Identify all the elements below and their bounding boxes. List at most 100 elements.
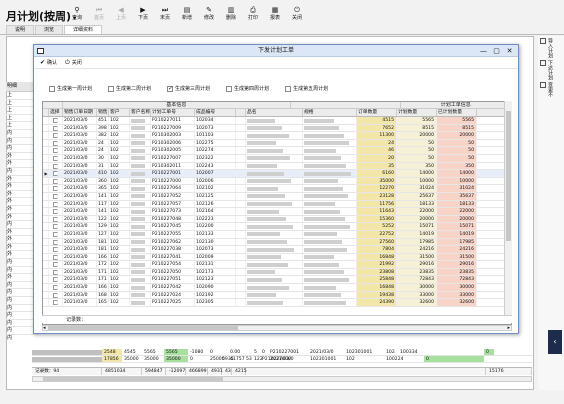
week-option-2[interactable]: 生成第二周计划 — [108, 85, 151, 92]
select-checkbox[interactable] — [53, 277, 58, 283]
select-cell[interactable] — [49, 185, 63, 192]
col-customer[interactable]: 客户 — [109, 109, 130, 116]
toolbar-button-first[interactable]: ⏮ 首页 — [88, 6, 110, 22]
col-order-date[interactable]: 销售订单日期 — [63, 109, 97, 116]
main-horizontal-scrollbar[interactable] — [32, 376, 532, 382]
col-plan-qty[interactable]: 计划数量 — [397, 109, 437, 116]
toolbar-button-edit[interactable]: ✎ 修改 — [198, 6, 220, 22]
select-checkbox[interactable] — [53, 247, 58, 253]
select-cell[interactable] — [49, 261, 63, 268]
select-checkbox[interactable] — [53, 285, 58, 291]
table-row[interactable]: 2021/03/0 141 102 P210227073 102164 11643 2200… — [43, 208, 511, 216]
tab-1[interactable]: 浏览 — [35, 25, 64, 34]
select-cell[interactable] — [49, 124, 63, 132]
week-option-1[interactable]: 生成第一周计划 — [49, 85, 92, 92]
table-row[interactable]: 2021/03/0 122 102 P210227048 102223 15360 2000… — [43, 215, 511, 224]
select-cell[interactable] — [49, 162, 63, 170]
toolbar-button-next[interactable]: ▶ 下页 — [132, 6, 154, 22]
col-plan-no[interactable]: 计划工单号 — [151, 109, 195, 116]
select-cell[interactable] — [49, 177, 63, 185]
toolbar-button-new[interactable]: ▤ 新增 — [176, 6, 198, 22]
table-row[interactable]: 2021/03/0 365 102 P210227064 102102 12270 3102… — [43, 185, 511, 193]
grid-horizontal-scrollbar[interactable]: ◂ ▸ — [42, 325, 512, 331]
select-cell[interactable] — [49, 238, 63, 246]
select-cell[interactable] — [49, 230, 63, 238]
table-row[interactable]: 2548 4545 5565 5565 -1080 0 0.00 5 0 P210227001 20… — [32, 349, 532, 356]
table-row[interactable]: 2021/03/0 168 102 P210227024 102192 19438 3300… — [43, 291, 511, 300]
select-checkbox[interactable] — [53, 269, 58, 275]
col-order-no[interactable]: 销售订单号 — [97, 109, 109, 116]
col-select[interactable]: 选择 — [49, 109, 63, 116]
minimize-button[interactable]: — — [477, 45, 490, 57]
select-cell[interactable] — [49, 147, 63, 154]
table-row[interactable]: 2021/03/0 117 102 P210227057 102126 11756 1813… — [43, 200, 511, 209]
col-spec[interactable]: 规格 — [303, 109, 357, 116]
select-checkbox[interactable] — [53, 148, 58, 154]
table-row[interactable]: 2021/03/0 360 102 P210227000 102006 35000 1000… — [43, 177, 511, 186]
select-checkbox[interactable] — [53, 216, 58, 222]
scroll-right-icon[interactable]: ▸ — [507, 325, 510, 331]
select-cell[interactable] — [49, 268, 63, 276]
week-option-4[interactable]: 生成第四周计划 — [226, 85, 269, 92]
checkbox[interactable] — [285, 85, 292, 92]
side-collapse-tab[interactable]: ‹ — [548, 330, 562, 354]
side-action-1[interactable]: 下达计划 — [540, 60, 564, 80]
toolbar-button-search[interactable]: ⚲ 查询 — [66, 6, 88, 22]
select-cell[interactable] — [49, 192, 63, 200]
table-row[interactable]: 2021/03/0 129 102 P210227045 102200 5252 15071… — [43, 223, 511, 231]
scroll-thumb[interactable] — [48, 326, 238, 330]
col-customer-name[interactable]: 客户名称 — [130, 109, 151, 116]
select-checkbox[interactable] — [53, 118, 58, 123]
select-cell[interactable] — [49, 154, 63, 162]
side-action-0[interactable]: 导入计划 — [540, 38, 564, 58]
select-checkbox[interactable] — [53, 125, 58, 131]
select-checkbox[interactable] — [53, 292, 58, 298]
toolbar-button-prev[interactable]: ◀ 上页 — [110, 6, 132, 22]
week-option-5[interactable]: 生成第五周计划 — [285, 85, 328, 92]
select-checkbox[interactable] — [53, 155, 58, 161]
table-row[interactable]: 2021/03/0 171 102 P210227051 102123 25848 7284… — [43, 276, 511, 285]
checkbox[interactable] — [226, 85, 233, 92]
table-row[interactable]: 2021/03/0 172 102 P210227054 102131 21992 2901… — [43, 261, 511, 269]
select-checkbox[interactable] — [53, 171, 58, 177]
tab-0[interactable]: 说明 — [6, 25, 35, 34]
table-row[interactable]: 2021/03/0 24 102 P210302006 102275 24 50 50 — [43, 139, 511, 148]
table-row[interactable]: 2021/03/0 127 102 P210227055 102133 22752 1401… — [43, 230, 511, 239]
close-window-button[interactable]: ✕ — [503, 45, 516, 57]
scroll-left-icon[interactable]: ◂ — [43, 325, 46, 331]
toolbar-button-delete[interactable]: ▥ 删除 — [220, 6, 242, 22]
select-cell[interactable] — [49, 284, 63, 291]
scroll-thumb[interactable] — [506, 111, 511, 241]
select-checkbox[interactable] — [53, 209, 58, 215]
select-checkbox[interactable] — [53, 231, 58, 237]
table-row[interactable]: 2021/03/0 166 102 P210227042 102090 16848 3000… — [43, 284, 511, 292]
col-product-name[interactable]: 品名 — [246, 109, 303, 116]
toolbar-button-close[interactable]: ⏻ 关闭 — [286, 6, 308, 22]
table-row[interactable]: 2021/03/0 181 102 P210227062 102130 27560 1798… — [43, 238, 511, 247]
col-product-no[interactable]: 成品编号 — [195, 109, 236, 116]
select-checkbox[interactable] — [53, 140, 58, 146]
grid-vertical-scrollbar[interactable] — [504, 101, 512, 315]
toolbar-button-print[interactable]: ⎙ 打印 — [242, 6, 264, 22]
select-cell[interactable] — [49, 200, 63, 208]
table-row[interactable]: 2021/03/0 24 102 P210302005 102274 46 50 50 — [43, 147, 511, 155]
table-row[interactable]: 2021/03/0 181 102 P210227038 102073 7804 24216… — [43, 246, 511, 254]
table-row[interactable]: 2021/03/0 171 102 P210227050 102173 23808 2383… — [43, 268, 511, 277]
select-checkbox[interactable] — [53, 201, 58, 207]
checkbox[interactable] — [167, 85, 173, 92]
week-option-3[interactable]: 生成第三周计划 — [167, 85, 210, 92]
table-row[interactable]: 2021/03/0 398 102 P210227009 102073 7652 8515 8… — [43, 124, 511, 133]
select-checkbox[interactable] — [53, 224, 58, 230]
table-row[interactable]: 2021/03/0 166 102 P210227041 102009 16848 3150… — [43, 253, 511, 262]
select-checkbox[interactable] — [53, 262, 58, 268]
table-row[interactable]: 17856 35000 35000 35000 0 25000 5935 41757 53 122… — [32, 356, 532, 363]
toolbar-button-report[interactable]: ▦ 报表 — [264, 6, 286, 22]
table-row[interactable]: 2021/03/0 30 102 P210227007 102322 20 50 50 — [43, 154, 511, 163]
col-order-qty[interactable]: 订单数量 — [357, 109, 397, 116]
select-cell[interactable] — [49, 208, 63, 215]
select-checkbox[interactable] — [53, 239, 58, 245]
side-action-2[interactable]: 变更不 — [540, 82, 564, 97]
select-cell[interactable] — [49, 291, 63, 299]
list-item[interactable]: 内 — [6, 335, 39, 342]
col-planned-qty[interactable]: 已计划数量 — [437, 109, 477, 116]
